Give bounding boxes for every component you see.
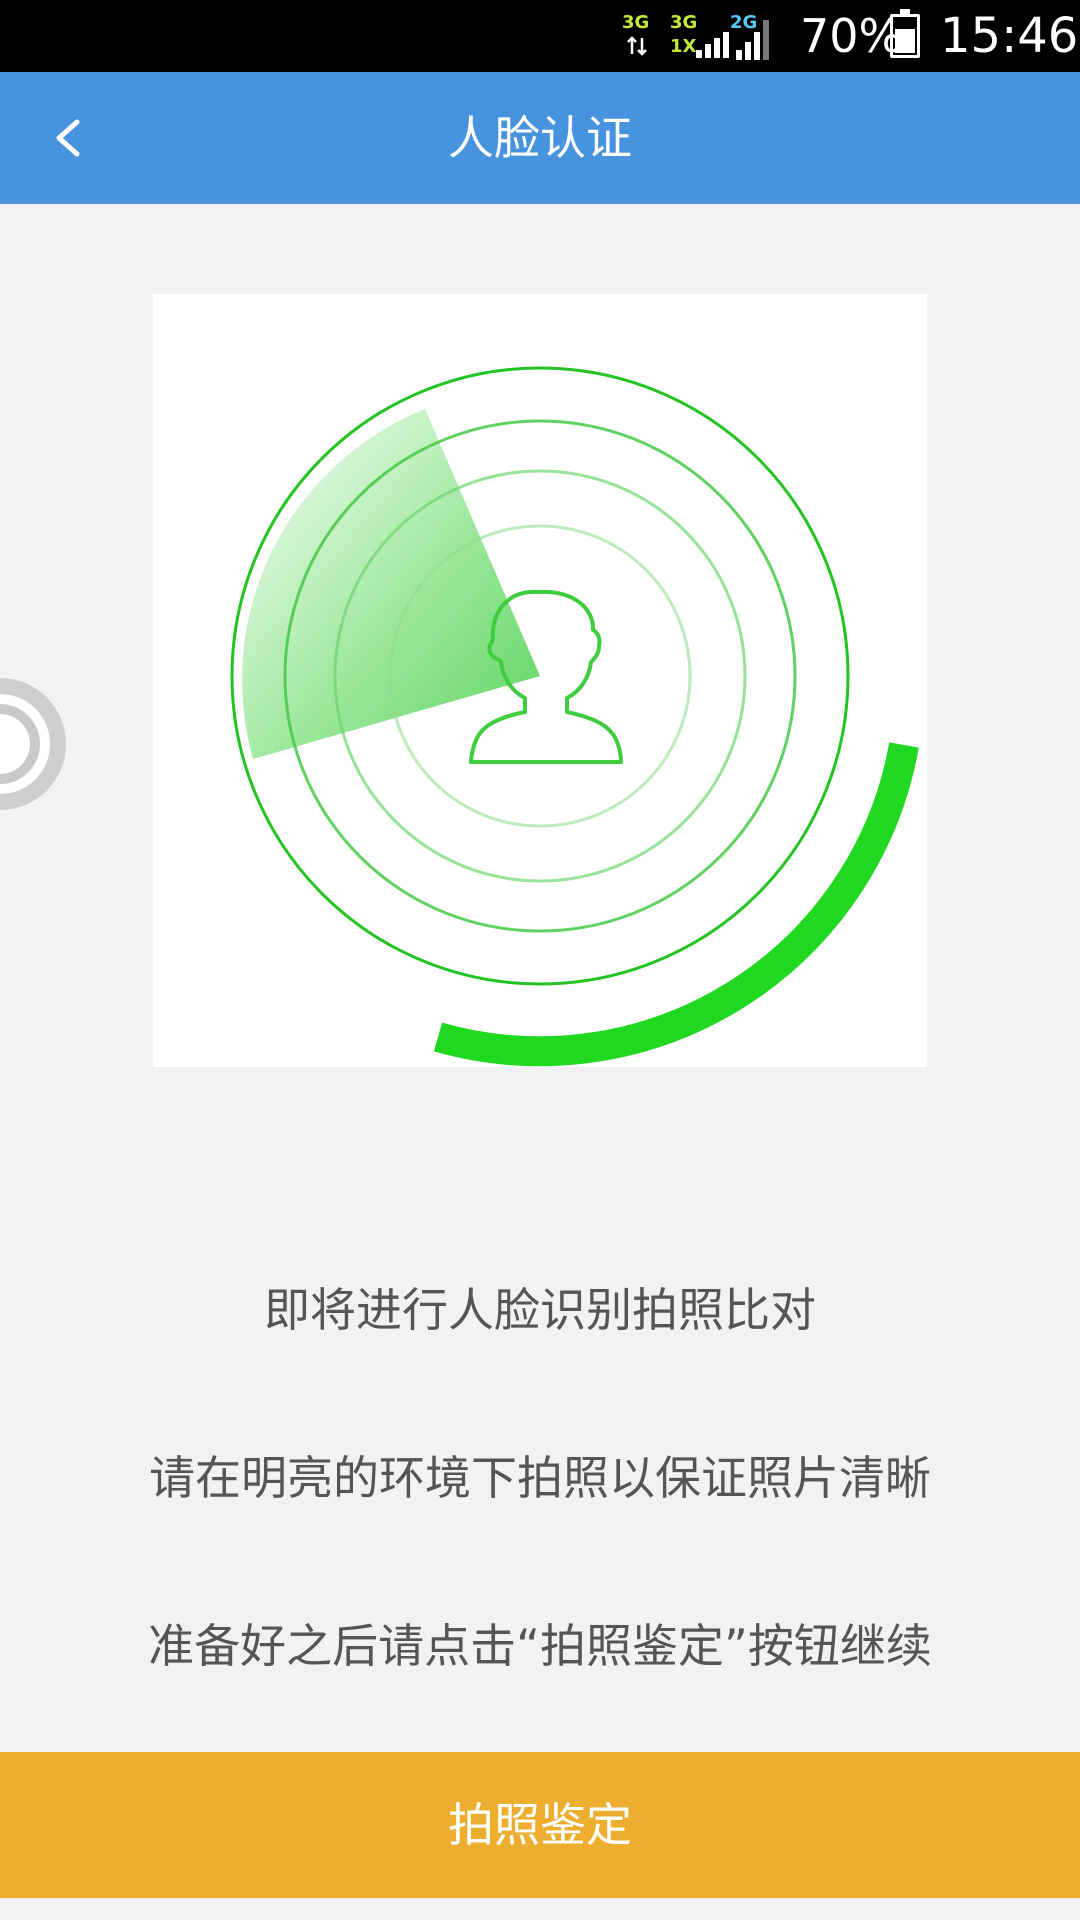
instruction-line-3: 准备好之后请点击“拍照鉴定”按钮继续 [148, 1619, 932, 1673]
assist-ring-icon [0, 678, 66, 810]
network-type-label: 1X [670, 36, 697, 57]
instruction-line-2: 请在明亮的环境下拍照以保证照片清晰 [149, 1451, 931, 1505]
app-bar: 人脸认证 [0, 72, 1080, 204]
signal-bars-icon [696, 18, 729, 58]
network-type-label: 3G [622, 12, 650, 33]
battery-icon [890, 9, 920, 58]
network-3g-indicator: 3G [620, 12, 656, 60]
take-photo-verify-button[interactable]: 拍照鉴定 [0, 1752, 1080, 1898]
signal-bars-icon [736, 14, 769, 60]
network-3g1x-indicator: 3G 1X [668, 12, 729, 60]
floating-assist-handle[interactable] [0, 676, 70, 812]
battery-percentage: 70% [800, 9, 903, 63]
instruction-line-1: 即将进行人脸识别拍照比对 [264, 1283, 816, 1337]
network-2g-indicator: 2G [730, 12, 790, 60]
status-clock: 15:46 [940, 8, 1079, 64]
data-arrows-icon [627, 36, 647, 56]
status-bar: 3G 3G 1X 2G 70% 15:46 [0, 0, 1080, 72]
face-scan-illustration [153, 294, 927, 1067]
face-scan-radar-icon [230, 366, 919, 1067]
page-title: 人脸认证 [448, 111, 632, 165]
network-type-label: 3G [670, 12, 698, 33]
